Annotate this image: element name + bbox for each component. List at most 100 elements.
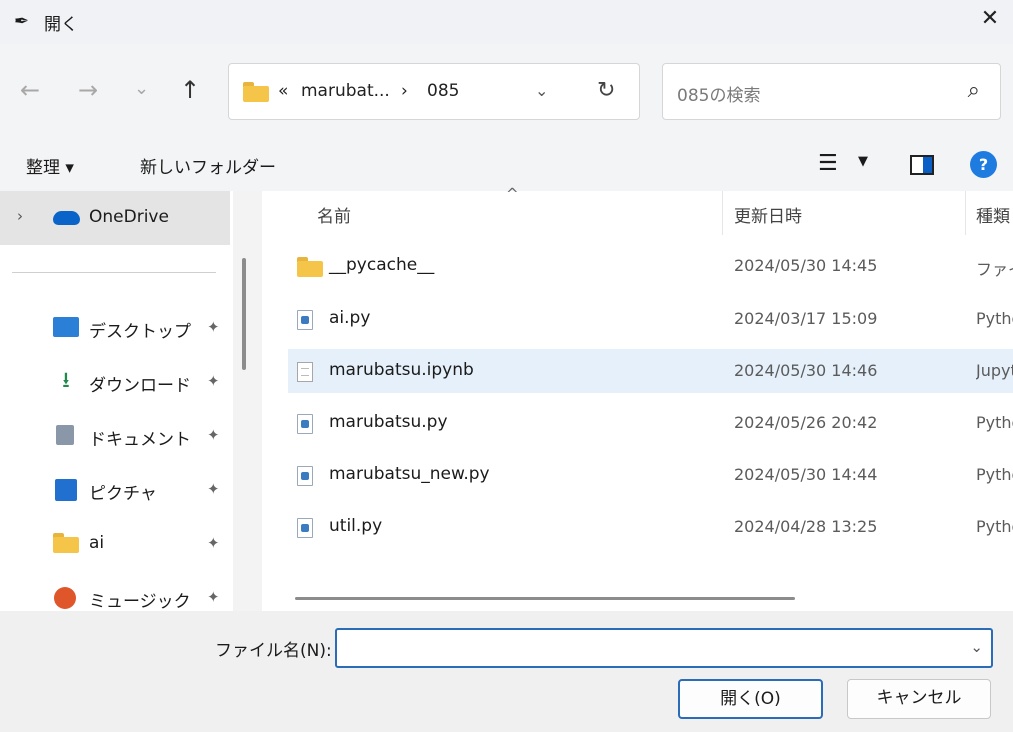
document-icon	[56, 425, 74, 445]
breadcrumb-marubatsu[interactable]: marubat...	[301, 81, 390, 101]
command-bar: 整理 ▾ 新しいフォルダー ☰ ▼ ?	[0, 139, 1013, 191]
file-type: Jupyter	[976, 361, 1013, 380]
forward-icon[interactable]: →	[78, 76, 98, 104]
view-dropdown-icon[interactable]: ▼	[858, 154, 868, 169]
expand-chevron-icon[interactable]: ›	[17, 207, 23, 225]
open-button[interactable]: 開く(O)	[678, 679, 823, 719]
download-icon: ⭳	[62, 368, 70, 393]
file-name: marubatsu.py	[329, 412, 448, 432]
sidebar-divider	[12, 272, 216, 273]
file-name: util.py	[329, 516, 383, 536]
file-name: ai.py	[329, 308, 371, 328]
navigation-bar: ← → ⌄ ↑ « marubat... › 085 ⌄ ↻ 085の検索 ⌕	[0, 44, 1013, 139]
onedrive-icon	[53, 211, 80, 225]
pin-icon[interactable]: ✦	[207, 426, 220, 444]
file-date: 2024/05/30 14:44	[734, 465, 878, 484]
navigation-pane: › OneDrive デスクトップ ✦ ⭳ ダウンロード ✦ ドキュメント ✦ …	[0, 191, 233, 612]
breadcrumb-overflow[interactable]: «	[278, 81, 288, 101]
sidebar-item-label: ダウンロード	[89, 376, 191, 396]
pin-icon[interactable]: ✦	[207, 372, 220, 390]
address-bar[interactable]: « marubat... › 085 ⌄ ↻	[228, 63, 640, 120]
file-date: 2024/05/26 20:42	[734, 413, 878, 432]
file-date: 2024/05/30 14:45	[734, 256, 878, 275]
column-header-date[interactable]: 更新日時	[734, 202, 802, 227]
python-file-icon	[297, 310, 313, 330]
view-list-icon[interactable]: ☰	[818, 151, 838, 176]
breadcrumb-separator[interactable]: ›	[401, 81, 408, 101]
sidebar-item-desktop[interactable]: デスクトップ ✦	[0, 300, 233, 354]
file-row[interactable]: marubatsu.py 2024/05/26 20:42 Python	[288, 401, 1013, 445]
desktop-icon	[53, 317, 79, 337]
sidebar-item-onedrive[interactable]: › OneDrive	[0, 191, 230, 245]
file-type: Python	[976, 413, 1013, 432]
pin-icon[interactable]: ✦	[207, 480, 220, 498]
sidebar-item-documents[interactable]: ドキュメント ✦	[0, 408, 233, 462]
help-icon[interactable]: ?	[970, 151, 997, 178]
recent-locations-icon[interactable]: ⌄	[134, 78, 149, 99]
refresh-icon[interactable]: ↻	[597, 78, 615, 103]
back-icon[interactable]: ←	[20, 76, 40, 104]
sidebar-item-label: OneDrive	[89, 207, 169, 227]
file-name: __pycache__	[329, 255, 435, 275]
cancel-button[interactable]: キャンセル	[847, 679, 991, 719]
sidebar-item-downloads[interactable]: ⭳ ダウンロード ✦	[0, 354, 233, 408]
folder-icon	[53, 533, 79, 553]
sidebar-item-pictures[interactable]: ピクチャ ✦	[0, 462, 233, 516]
notebook-file-icon	[297, 362, 313, 382]
column-divider[interactable]	[722, 191, 723, 235]
python-file-icon	[297, 414, 313, 434]
file-date: 2024/05/30 14:46	[734, 361, 878, 380]
new-folder-button[interactable]: 新しいフォルダー	[140, 153, 276, 178]
chevron-down-icon[interactable]: ⌄	[535, 81, 548, 100]
close-icon[interactable]: ✕	[977, 6, 1003, 36]
dialog-footer: ファイル名(N): ⌄ 開く(O) キャンセル	[0, 611, 1013, 732]
pin-icon[interactable]: ✦	[207, 318, 220, 336]
file-row[interactable]: marubatsu_new.py 2024/05/30 14:44 Python	[288, 453, 1013, 497]
chevron-down-icon[interactable]: ⌄	[970, 638, 983, 656]
file-type: Python	[976, 517, 1013, 536]
file-name: marubatsu.ipynb	[329, 360, 474, 380]
sidebar-item-label: ドキュメント	[89, 430, 191, 450]
folder-icon	[297, 257, 323, 277]
pin-icon[interactable]: ✦	[207, 588, 220, 606]
search-icon[interactable]: ⌕	[968, 78, 980, 103]
horizontal-scrollbar[interactable]	[295, 597, 795, 600]
file-row[interactable]: util.py 2024/04/28 13:25 Python	[288, 505, 1013, 549]
up-icon[interactable]: ↑	[180, 76, 200, 104]
picture-icon	[55, 479, 77, 501]
sidebar-item-label: デスクトップ	[89, 322, 191, 342]
preview-pane-icon[interactable]	[910, 155, 934, 175]
sidebar-item-ai[interactable]: ai ✦	[0, 516, 233, 570]
python-file-icon	[297, 466, 313, 486]
sidebar-scrollbar[interactable]	[242, 258, 246, 370]
sort-ascending-icon: ^	[506, 185, 519, 203]
breadcrumb-085[interactable]: 085	[427, 81, 459, 101]
search-box[interactable]: 085の検索 ⌕	[662, 63, 1001, 120]
filename-combobox[interactable]: ⌄	[335, 628, 993, 668]
file-row[interactable]: __pycache__ 2024/05/30 14:45 ファイル	[288, 244, 1013, 288]
python-file-icon	[297, 518, 313, 538]
sidebar-item-label: ミュージック	[89, 592, 191, 612]
file-row-selected[interactable]: marubatsu.ipynb 2024/05/30 14:46 Jupyter	[288, 349, 1013, 393]
file-date: 2024/04/28 13:25	[734, 517, 878, 536]
search-placeholder[interactable]: 085の検索	[677, 81, 760, 106]
music-icon	[54, 587, 76, 609]
file-type: Python	[976, 465, 1013, 484]
file-list: ^ 名前 更新日時 種類 __pycache__ 2024/05/30 14:4…	[262, 185, 1013, 611]
feather-icon: ✒	[14, 11, 30, 32]
filename-label: ファイル名(N):	[215, 641, 332, 661]
window-title: 開く	[44, 15, 78, 35]
sidebar-item-label: ai	[89, 533, 105, 553]
organize-button[interactable]: 整理 ▾	[26, 153, 74, 178]
pin-icon[interactable]: ✦	[207, 534, 220, 552]
file-date: 2024/03/17 15:09	[734, 309, 878, 328]
column-header-name[interactable]: 名前	[317, 202, 351, 227]
column-header-type[interactable]: 種類	[976, 202, 1010, 227]
file-type: ファイル	[976, 260, 1013, 279]
sidebar-item-label: ピクチャ	[89, 484, 157, 504]
file-name: marubatsu_new.py	[329, 464, 490, 484]
column-divider[interactable]	[965, 191, 966, 235]
file-row[interactable]: ai.py 2024/03/17 15:09 Python	[288, 297, 1013, 341]
filename-input[interactable]	[343, 636, 943, 660]
folder-icon	[243, 82, 269, 102]
